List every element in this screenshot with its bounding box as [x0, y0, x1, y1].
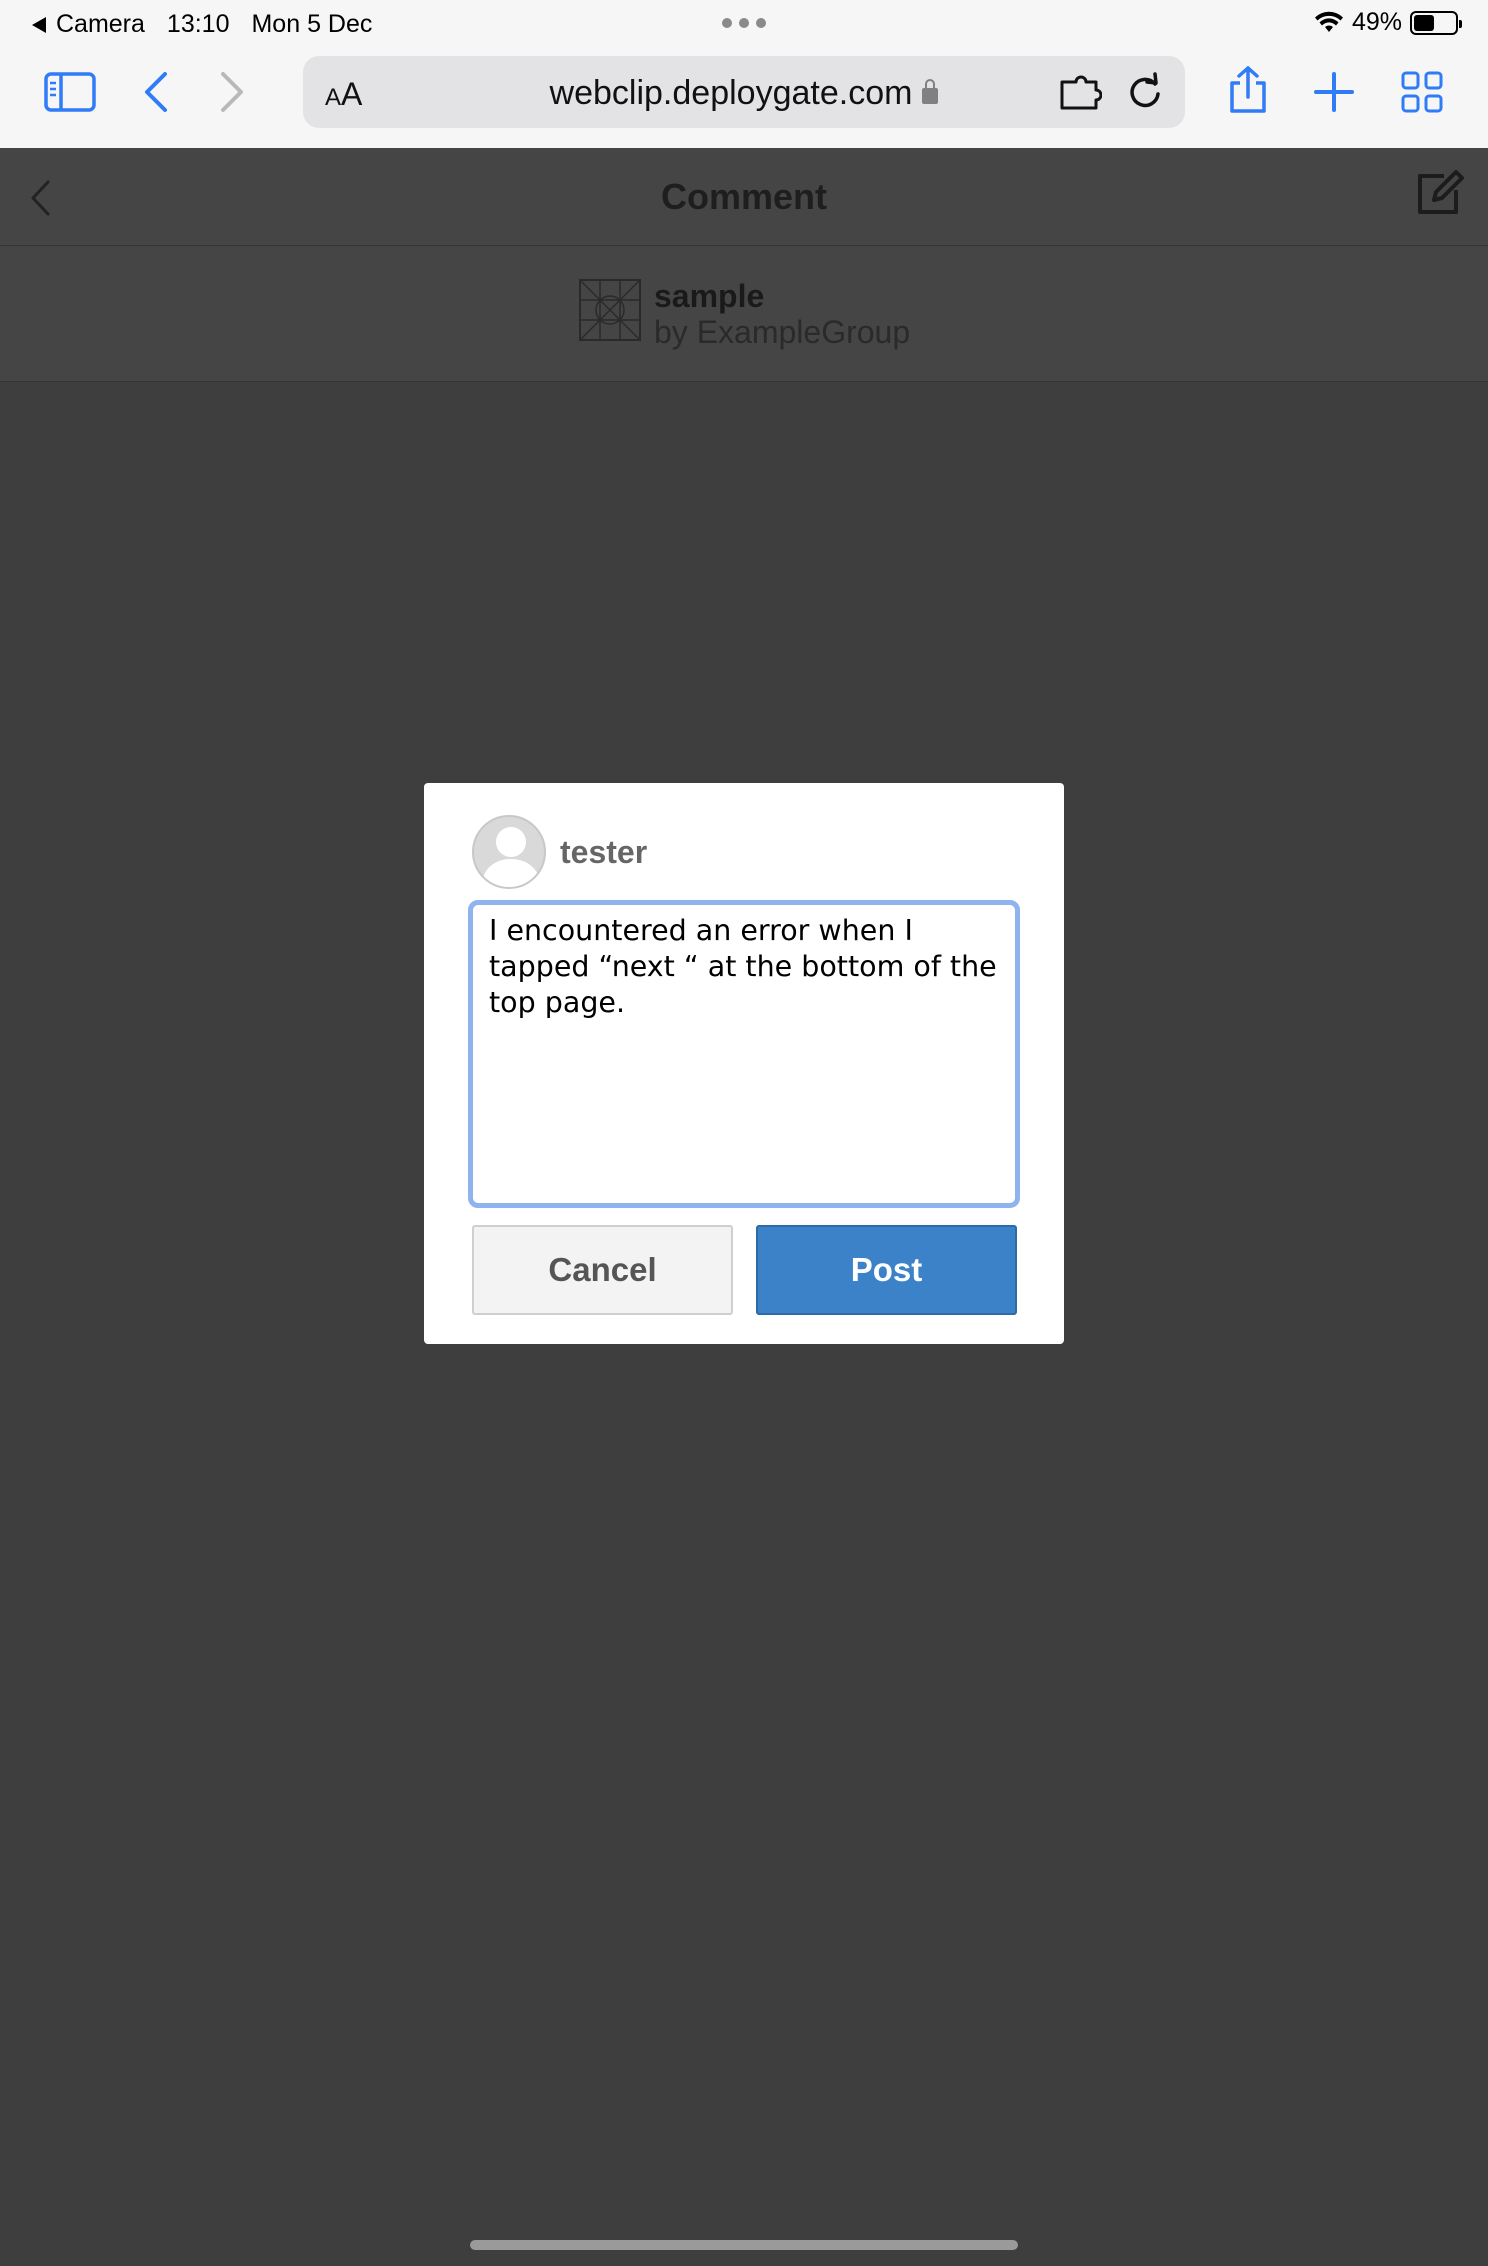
reload-icon[interactable] [1125, 72, 1165, 117]
status-date: Mon 5 Dec [251, 10, 373, 38]
extension-icon[interactable] [1058, 72, 1103, 117]
username: tester [560, 834, 648, 870]
lock-icon [922, 79, 939, 104]
url-label: webclip.deploygate.com [549, 74, 913, 112]
status-bar-right: 49% [1314, 8, 1462, 37]
back-app-label: Camera [56, 10, 145, 38]
url-text[interactable]: webclip.deploygate.com [303, 74, 1185, 113]
back-triangle-icon [32, 16, 46, 33]
app-owner: by ExampleGroup [654, 314, 911, 350]
compose-icon[interactable] [1414, 170, 1466, 221]
battery-percent: 49% [1351, 8, 1402, 36]
page-title: Comment [660, 176, 827, 217]
status-bar: Camera 13:10 Mon 5 Dec 49% [0, 0, 1488, 48]
browser-toolbar: AA webclip.deploygate.com [0, 48, 1488, 148]
forward-chevron-icon[interactable] [200, 60, 264, 124]
status-time: 13:10 [166, 10, 230, 38]
sidebar-toggle-icon[interactable] [38, 60, 102, 124]
new-tab-plus-icon[interactable] [1302, 60, 1366, 124]
post-button[interactable]: Post [756, 1225, 1017, 1315]
address-bar[interactable]: AA webclip.deploygate.com [303, 56, 1185, 128]
comment-modal: tester I encountered an error when I tap… [424, 783, 1064, 1344]
cancel-button[interactable]: Cancel [472, 1225, 733, 1315]
battery-fill [1414, 14, 1434, 31]
back-to-app[interactable]: Camera [32, 10, 145, 39]
back-chevron-icon[interactable] [124, 60, 188, 124]
comment-textarea[interactable]: I encountered an error when I tapped “ne… [468, 900, 1020, 1208]
app-placeholder-icon [579, 279, 641, 341]
page-header: Comment [0, 148, 1488, 246]
battery-icon [1410, 10, 1462, 35]
app-info-bar: sample by ExampleGroup [0, 246, 1488, 382]
tabs-overview-icon[interactable] [1390, 60, 1454, 124]
status-bar-left: Camera 13:10 Mon 5 Dec [32, 10, 372, 39]
user-avatar-icon [472, 815, 546, 889]
wifi-icon [1314, 11, 1343, 32]
app-name: sample [654, 278, 765, 314]
share-icon[interactable] [1216, 58, 1280, 122]
home-indicator[interactable] [470, 2240, 1018, 2250]
multitasking-dots-icon[interactable] [722, 18, 766, 28]
